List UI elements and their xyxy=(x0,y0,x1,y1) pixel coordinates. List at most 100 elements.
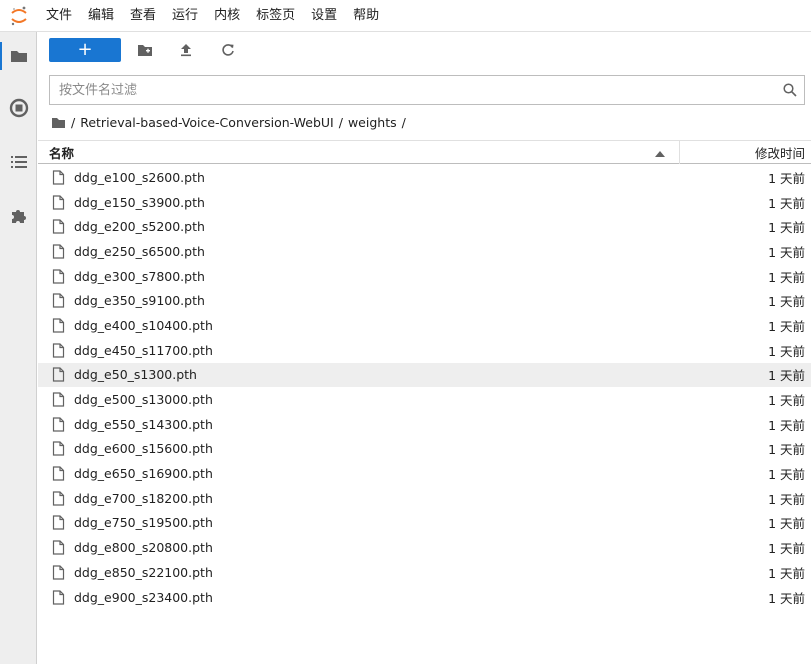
file-modified: 1 天前 xyxy=(768,294,805,310)
file-icon xyxy=(52,589,68,605)
file-row[interactable]: ddg_e250_s6500.pth 1 天前 xyxy=(38,239,811,264)
file-name: ddg_e800_s20800.pth xyxy=(74,540,213,556)
jupyter-logo-icon xyxy=(0,0,38,32)
file-icon xyxy=(52,317,68,333)
file-row[interactable]: ddg_e600_s15600.pth 1 天前 xyxy=(38,437,811,462)
column-header-name[interactable]: 名称 xyxy=(38,140,680,164)
upload-icon[interactable] xyxy=(174,38,198,62)
file-icon xyxy=(52,169,68,185)
file-icon xyxy=(52,194,68,210)
file-row[interactable]: ddg_e50_s1300.pth 1 天前 xyxy=(38,362,811,388)
file-icon xyxy=(52,416,68,432)
filter-box xyxy=(49,75,805,105)
new-launcher-button[interactable]: + xyxy=(49,38,121,62)
file-row[interactable]: ddg_e750_s19500.pth 1 天前 xyxy=(38,511,811,536)
file-name: ddg_e850_s22100.pth xyxy=(74,564,213,580)
file-modified: 1 天前 xyxy=(768,393,805,409)
breadcrumb-item-root[interactable]: Retrieval-based-Voice-Conversion-WebUI xyxy=(80,115,334,130)
breadcrumb-item-weights[interactable]: weights xyxy=(348,115,397,130)
file-row[interactable]: ddg_e800_s20800.pth 1 天前 xyxy=(38,535,811,560)
file-row[interactable]: ddg_e500_s13000.pth 1 天前 xyxy=(38,387,811,412)
file-row[interactable]: ddg_e850_s22100.pth 1 天前 xyxy=(38,560,811,585)
file-name: ddg_e600_s15600.pth xyxy=(74,441,213,457)
file-row[interactable]: ddg_e300_s7800.pth 1 天前 xyxy=(38,264,811,289)
file-icon xyxy=(52,293,68,309)
search-icon xyxy=(776,76,804,104)
file-toolbar: + xyxy=(49,38,240,62)
new-folder-icon[interactable] xyxy=(133,38,157,62)
file-name: ddg_e550_s14300.pth xyxy=(74,416,213,432)
menu-settings[interactable]: 设置 xyxy=(303,0,345,32)
file-row[interactable]: ddg_e150_s3900.pth 1 天前 xyxy=(38,190,811,215)
file-row[interactable]: ddg_e550_s14300.pth 1 天前 xyxy=(38,412,811,437)
file-modified: 1 天前 xyxy=(768,170,805,186)
file-modified: 1 天前 xyxy=(768,516,805,532)
menu-run[interactable]: 运行 xyxy=(164,0,206,32)
file-modified: 1 天前 xyxy=(768,417,805,433)
file-name: ddg_e150_s3900.pth xyxy=(74,194,205,210)
breadcrumb-separator: / xyxy=(71,114,76,130)
left-sidebar xyxy=(0,32,37,664)
breadcrumb-separator: / xyxy=(401,114,406,130)
column-name-label: 名称 xyxy=(49,145,75,161)
home-folder-icon[interactable] xyxy=(51,116,66,129)
file-icon xyxy=(52,392,68,408)
file-row[interactable]: ddg_e700_s18200.pth 1 天前 xyxy=(38,486,811,511)
filter-input[interactable] xyxy=(50,77,776,103)
menu-view[interactable]: 查看 xyxy=(122,0,164,32)
file-icon xyxy=(52,367,68,383)
file-row[interactable]: ddg_e350_s9100.pth 1 天前 xyxy=(38,288,811,313)
file-icon xyxy=(52,342,68,358)
file-name: ddg_e750_s19500.pth xyxy=(74,515,213,531)
file-row[interactable]: ddg_e650_s16900.pth 1 天前 xyxy=(38,461,811,486)
file-icon xyxy=(52,243,68,259)
file-name: ddg_e650_s16900.pth xyxy=(74,466,213,482)
file-name: ddg_e200_s5200.pth xyxy=(74,219,205,235)
file-modified: 1 天前 xyxy=(768,269,805,285)
file-icon xyxy=(52,219,68,235)
file-row[interactable]: ddg_e200_s5200.pth 1 天前 xyxy=(38,214,811,239)
file-name: ddg_e350_s9100.pth xyxy=(74,293,205,309)
file-row[interactable]: ddg_e450_s11700.pth 1 天前 xyxy=(38,338,811,363)
file-name: ddg_e50_s1300.pth xyxy=(74,367,197,383)
file-modified: 1 天前 xyxy=(768,318,805,334)
file-name: ddg_e100_s2600.pth xyxy=(74,169,205,185)
toc-icon[interactable] xyxy=(9,152,29,172)
column-header-modified[interactable]: 修改时间 xyxy=(680,143,811,162)
file-row[interactable]: ddg_e900_s23400.pth 1 天前 xyxy=(38,585,811,610)
menu-file[interactable]: 文件 xyxy=(38,0,80,32)
menu-kernel[interactable]: 内核 xyxy=(206,0,248,32)
file-icon xyxy=(52,268,68,284)
file-modified: 1 天前 xyxy=(768,541,805,557)
breadcrumb: / Retrieval-based-Voice-Conversion-WebUI… xyxy=(51,112,411,132)
file-modified: 1 天前 xyxy=(768,565,805,581)
file-list-header: 名称 修改时间 xyxy=(38,140,811,164)
file-browser: + / Retrieval-based-Voice-Conversion-Web… xyxy=(38,32,811,664)
folder-icon[interactable] xyxy=(9,46,29,66)
file-icon xyxy=(52,466,68,482)
file-row[interactable]: ddg_e100_s2600.pth 1 天前 xyxy=(38,165,811,190)
menu-edit[interactable]: 编辑 xyxy=(80,0,122,32)
file-modified: 1 天前 xyxy=(768,343,805,359)
menu-bar: 文件 编辑 查看 运行 内核 标签页 设置 帮助 xyxy=(0,0,811,32)
running-icon[interactable] xyxy=(9,98,29,118)
refresh-icon[interactable] xyxy=(216,38,240,62)
file-name: ddg_e400_s10400.pth xyxy=(74,317,213,333)
active-tab-indicator xyxy=(0,42,2,70)
file-modified: 1 天前 xyxy=(768,590,805,606)
menu-help[interactable]: 帮助 xyxy=(345,0,387,32)
file-icon xyxy=(52,441,68,457)
sort-ascending-icon xyxy=(655,145,665,160)
file-modified: 1 天前 xyxy=(768,467,805,483)
file-modified: 1 天前 xyxy=(768,368,805,384)
file-row[interactable]: ddg_e400_s10400.pth 1 天前 xyxy=(38,313,811,338)
file-icon xyxy=(52,564,68,580)
extensions-icon[interactable] xyxy=(9,205,29,225)
menu-tabs[interactable]: 标签页 xyxy=(248,0,303,32)
file-name: ddg_e300_s7800.pth xyxy=(74,268,205,284)
file-modified: 1 天前 xyxy=(768,491,805,507)
file-modified: 1 天前 xyxy=(768,220,805,236)
file-modified: 1 天前 xyxy=(768,244,805,260)
file-modified: 1 天前 xyxy=(768,442,805,458)
file-name: ddg_e700_s18200.pth xyxy=(74,490,213,506)
